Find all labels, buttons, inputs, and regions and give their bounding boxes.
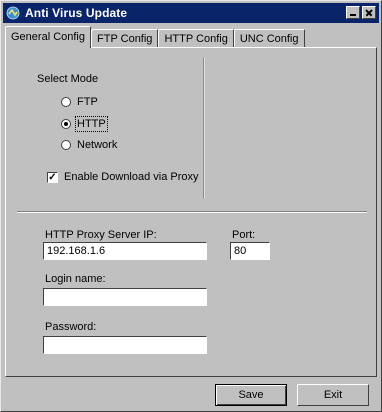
enable-proxy-label: Enable Download via Proxy bbox=[64, 171, 199, 183]
select-mode-label: Select Mode bbox=[37, 73, 99, 85]
radio-ftp-button[interactable] bbox=[61, 97, 71, 107]
enable-proxy-checkbox[interactable]: ✓ bbox=[47, 171, 58, 183]
tab-strip: General Config FTP Config HTTP Config UN… bbox=[5, 26, 305, 48]
proxy-server-ip-label: HTTP Proxy Server IP: bbox=[45, 229, 157, 241]
password-label: Password: bbox=[45, 321, 97, 333]
antivirus-app-icon bbox=[6, 6, 20, 20]
password-field[interactable] bbox=[43, 336, 207, 354]
save-button[interactable]: Save bbox=[215, 384, 287, 406]
save-button-label: Save bbox=[238, 389, 264, 401]
tab-http-config[interactable]: HTTP Config bbox=[158, 29, 234, 47]
anti-virus-update-window: Anti Virus Update General Config FTP Con… bbox=[0, 0, 382, 412]
radio-http-label: HTTP bbox=[75, 116, 108, 132]
login-name-label: Login name: bbox=[45, 273, 106, 285]
exit-button[interactable]: Exit bbox=[297, 384, 369, 406]
minimize-button[interactable] bbox=[346, 6, 360, 19]
radio-http[interactable]: HTTP bbox=[61, 116, 108, 132]
title-bar[interactable]: Anti Virus Update bbox=[3, 3, 379, 23]
radio-network-label: Network bbox=[77, 139, 118, 151]
tab-ftp-config[interactable]: FTP Config bbox=[91, 29, 159, 47]
radio-http-button[interactable] bbox=[61, 119, 71, 129]
port-label: Port: bbox=[232, 229, 256, 241]
port-field[interactable]: 80 bbox=[230, 242, 270, 260]
login-name-field[interactable] bbox=[43, 288, 207, 306]
tab-unc-config[interactable]: UNC Config bbox=[233, 29, 305, 47]
radio-ftp-label: FTP bbox=[77, 96, 98, 108]
radio-network-button[interactable] bbox=[61, 140, 71, 150]
close-button[interactable] bbox=[362, 6, 376, 19]
window-title: Anti Virus Update bbox=[25, 6, 128, 20]
section-divider bbox=[17, 211, 367, 213]
proxy-server-ip-field[interactable]: 192.168.1.6 bbox=[43, 242, 207, 260]
enable-proxy-checkbox-row[interactable]: ✓ Enable Download via Proxy bbox=[47, 171, 199, 183]
radio-network[interactable]: Network bbox=[61, 139, 117, 151]
exit-button-label: Exit bbox=[323, 389, 343, 401]
tab-general-config[interactable]: General Config bbox=[5, 26, 91, 48]
radio-ftp[interactable]: FTP bbox=[61, 96, 98, 108]
